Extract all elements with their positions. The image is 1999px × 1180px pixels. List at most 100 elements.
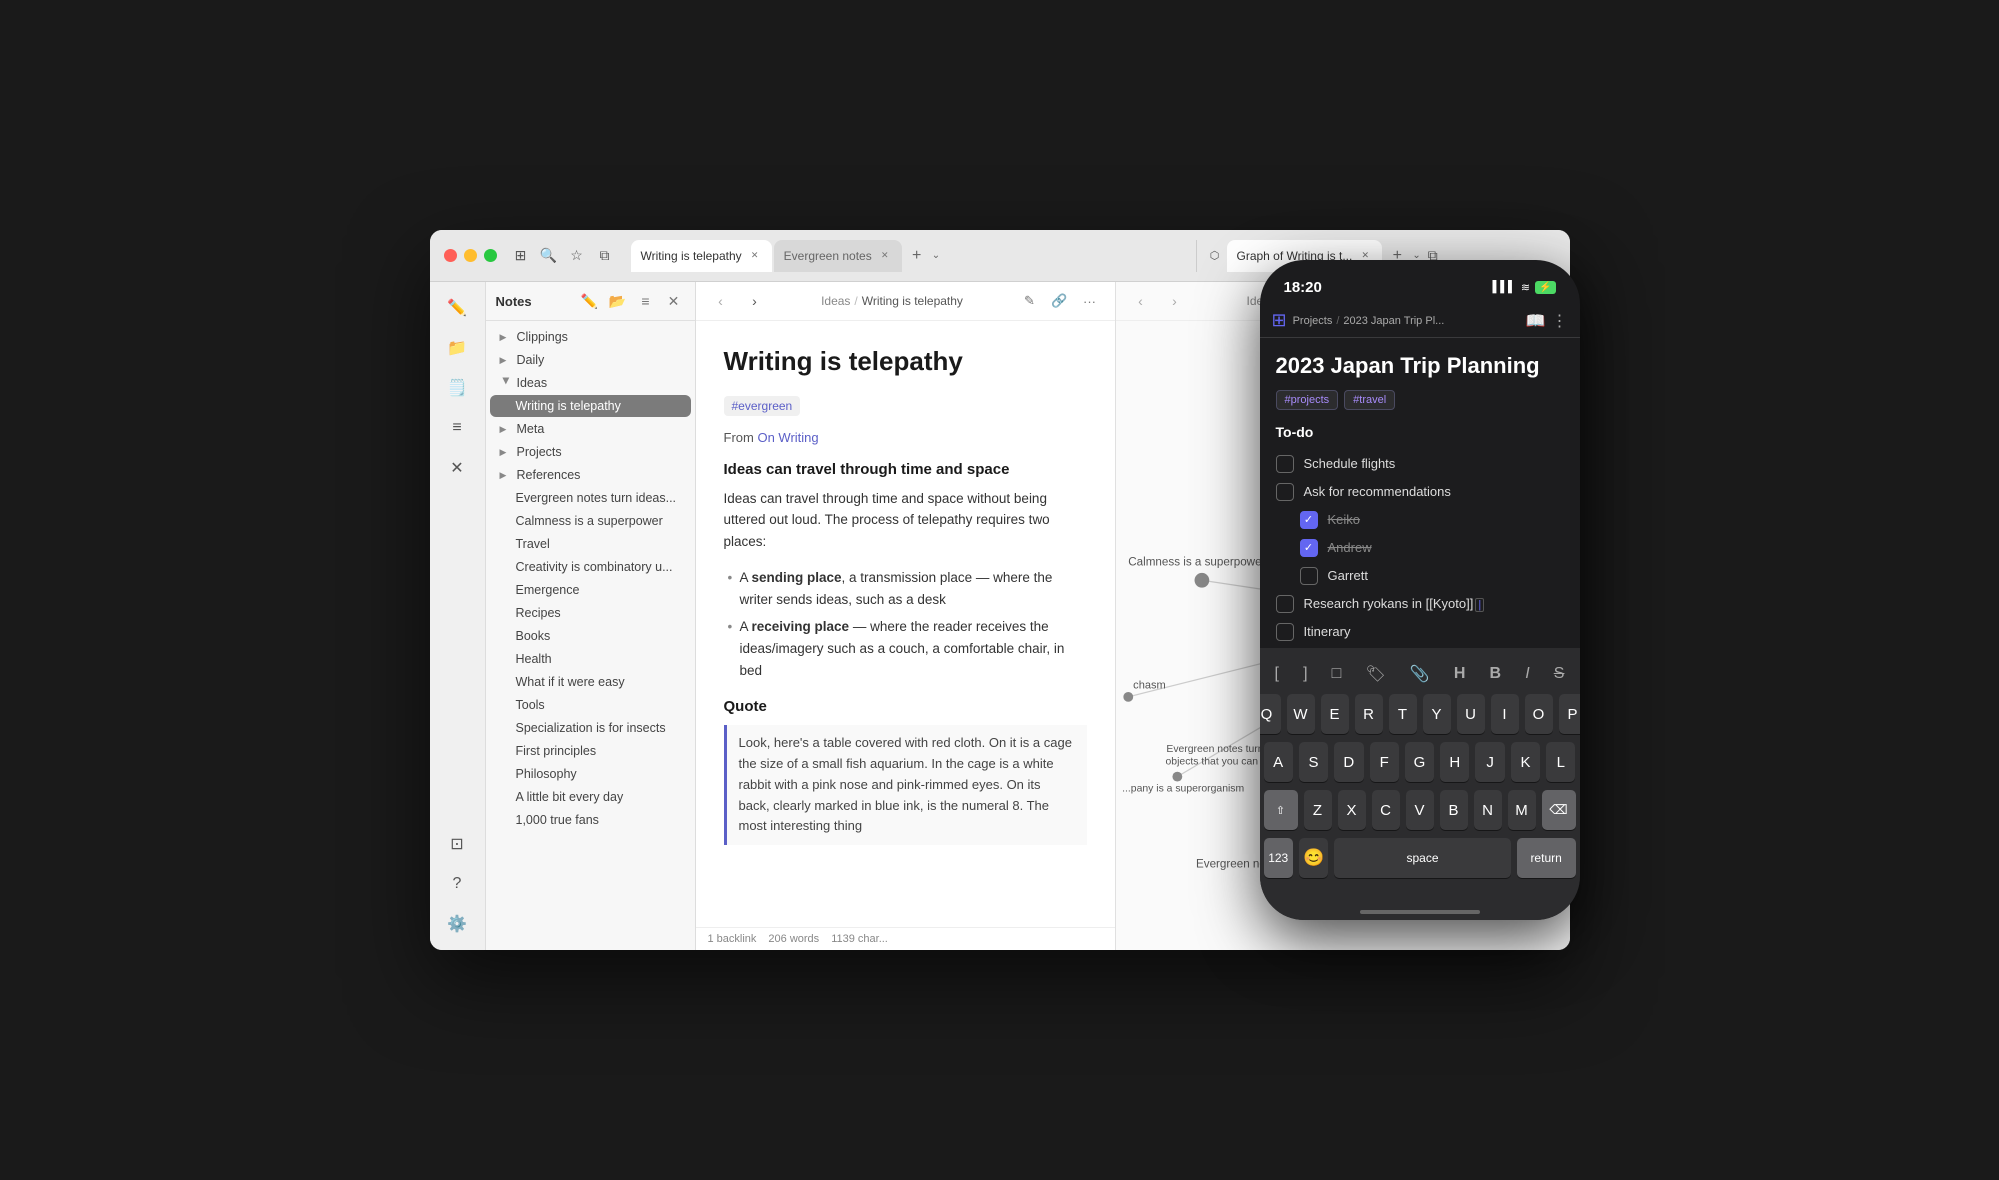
phone-todo-schedule-flights[interactable]: Schedule flights bbox=[1276, 450, 1564, 478]
sort-icon[interactable]: ≡ bbox=[439, 410, 475, 446]
link-icon[interactable]: 🔗 bbox=[1047, 288, 1073, 314]
key-i[interactable]: I bbox=[1491, 694, 1519, 734]
key-q[interactable]: Q bbox=[1260, 694, 1281, 734]
new-note-icon[interactable]: ✏️ bbox=[579, 290, 601, 312]
key-p[interactable]: P bbox=[1559, 694, 1580, 734]
phone-checkbox-andrew[interactable] bbox=[1300, 539, 1318, 557]
key-v[interactable]: V bbox=[1406, 790, 1434, 830]
phone-checkbox-itinerary[interactable] bbox=[1276, 623, 1294, 641]
key-w[interactable]: W bbox=[1287, 694, 1315, 734]
key-num[interactable]: 123 bbox=[1264, 838, 1293, 878]
sidebar-group-ideas[interactable]: ▶ Ideas bbox=[490, 372, 691, 394]
sidebar-note-emergence[interactable]: Emergence bbox=[490, 579, 691, 601]
key-x[interactable]: X bbox=[1338, 790, 1366, 830]
phone-todo-ryokans[interactable]: Research ryokans in [[Kyoto]]| bbox=[1276, 590, 1564, 618]
search-icon[interactable]: 🔍 bbox=[539, 246, 559, 266]
kbd-checkbox[interactable]: □ bbox=[1327, 661, 1347, 687]
kbd-bracket-open[interactable]: [ bbox=[1270, 661, 1284, 687]
sidebar-note-creativity[interactable]: Creativity is combinatory u... bbox=[490, 556, 691, 578]
key-h[interactable]: H bbox=[1440, 742, 1469, 782]
phone-todo-garrett[interactable]: Garrett bbox=[1276, 562, 1564, 590]
phone-book-icon[interactable]: 📖 bbox=[1526, 311, 1546, 331]
phone-checkbox-ask[interactable] bbox=[1276, 483, 1294, 501]
tab-close-icon[interactable]: ✕ bbox=[748, 249, 762, 263]
star-icon[interactable]: ☆ bbox=[567, 246, 587, 266]
phone-tag-projects[interactable]: #projects bbox=[1276, 390, 1339, 410]
graph-forward-button[interactable]: › bbox=[1162, 288, 1188, 314]
graph-node-calmness[interactable] bbox=[1194, 573, 1209, 588]
graph-node-chasm[interactable] bbox=[1123, 692, 1133, 702]
key-y[interactable]: Y bbox=[1423, 694, 1451, 734]
phone-checkbox-schedule[interactable] bbox=[1276, 455, 1294, 473]
edit-icon[interactable]: ✎ bbox=[1017, 288, 1043, 314]
key-space[interactable]: space bbox=[1334, 838, 1510, 878]
kbd-tag[interactable]: 🏷 bbox=[1360, 660, 1390, 688]
key-shift[interactable]: ⇧ bbox=[1264, 790, 1298, 830]
key-f[interactable]: F bbox=[1370, 742, 1399, 782]
tab-writing-is-telepathy[interactable]: Writing is telepathy ✕ bbox=[631, 240, 772, 272]
key-return[interactable]: return bbox=[1517, 838, 1576, 878]
key-a[interactable]: A bbox=[1264, 742, 1293, 782]
tab-close-icon[interactable]: ✕ bbox=[878, 249, 892, 263]
key-r[interactable]: R bbox=[1355, 694, 1383, 734]
kbd-bracket-close[interactable]: ] bbox=[1298, 661, 1312, 687]
phone-more-icon[interactable]: ⋮ bbox=[1552, 311, 1568, 331]
kbd-attach[interactable]: 📎 bbox=[1405, 660, 1435, 688]
key-k[interactable]: K bbox=[1511, 742, 1540, 782]
tab-chevron-icon[interactable]: ⌄ bbox=[932, 250, 940, 261]
notes-icon[interactable]: 🗒️ bbox=[439, 370, 475, 406]
add-tab-button[interactable]: + bbox=[904, 243, 930, 269]
phone-todo-andrew[interactable]: Andrew bbox=[1276, 534, 1564, 562]
maximize-button[interactable] bbox=[484, 249, 497, 262]
sidebar-group-projects[interactable]: ▶ Projects bbox=[490, 441, 691, 463]
sidebar-note-recipes[interactable]: Recipes bbox=[490, 602, 691, 624]
note-content[interactable]: Writing is telepathy #evergreen From On … bbox=[696, 321, 1115, 927]
key-m[interactable]: M bbox=[1508, 790, 1536, 830]
folder-nav-icon[interactable]: 📂 bbox=[607, 290, 629, 312]
graph-back-button[interactable]: ‹ bbox=[1128, 288, 1154, 314]
sidebar-group-daily[interactable]: ▶ Daily bbox=[490, 349, 691, 371]
key-g[interactable]: G bbox=[1405, 742, 1434, 782]
sidebar-note-what-if[interactable]: What if it were easy bbox=[490, 671, 691, 693]
kbd-heading[interactable]: H bbox=[1449, 661, 1471, 687]
sidebar-note-calmness[interactable]: Calmness is a superpower bbox=[490, 510, 691, 532]
sidebar-note-tools[interactable]: Tools bbox=[490, 694, 691, 716]
phone-checkbox-keiko[interactable] bbox=[1300, 511, 1318, 529]
close-button[interactable] bbox=[444, 249, 457, 262]
sidebar-note-little-bit[interactable]: A little bit every day bbox=[490, 786, 691, 808]
panel-icon[interactable]: ⧉ bbox=[595, 246, 615, 266]
close-sidebar-icon[interactable]: ✕ bbox=[439, 450, 475, 486]
key-o[interactable]: O bbox=[1525, 694, 1553, 734]
key-s[interactable]: S bbox=[1299, 742, 1328, 782]
sidebar-note-travel[interactable]: Travel bbox=[490, 533, 691, 555]
key-backspace[interactable]: ⌫ bbox=[1542, 790, 1576, 830]
phone-todo-keiko[interactable]: Keiko bbox=[1276, 506, 1564, 534]
key-z[interactable]: Z bbox=[1304, 790, 1332, 830]
more-icon[interactable]: ··· bbox=[1077, 288, 1103, 314]
key-emoji[interactable]: 😊 bbox=[1299, 838, 1328, 878]
key-j[interactable]: J bbox=[1475, 742, 1504, 782]
kbd-italic[interactable]: I bbox=[1520, 661, 1534, 687]
sidebar-note-1000-fans[interactable]: 1,000 true fans bbox=[490, 809, 691, 831]
phone-todo-itinerary[interactable]: Itinerary bbox=[1276, 618, 1564, 646]
kbd-strikethrough[interactable]: S bbox=[1549, 661, 1570, 687]
phone-checkbox-garrett[interactable] bbox=[1300, 567, 1318, 585]
phone-todo-ask-recommendations[interactable]: Ask for recommendations bbox=[1276, 478, 1564, 506]
note-tag[interactable]: #evergreen bbox=[724, 396, 801, 416]
help-icon[interactable]: ? bbox=[439, 866, 475, 902]
sidebar-note-specialization[interactable]: Specialization is for insects bbox=[490, 717, 691, 739]
settings-icon[interactable]: ⚙️ bbox=[439, 906, 475, 942]
sidebar-note-books[interactable]: Books bbox=[490, 625, 691, 647]
folder-icon[interactable]: 📁 bbox=[439, 330, 475, 366]
sidebar-note-first-principles[interactable]: First principles bbox=[490, 740, 691, 762]
key-b[interactable]: B bbox=[1440, 790, 1468, 830]
phone-checkbox-ryokans[interactable] bbox=[1276, 595, 1294, 613]
key-u[interactable]: U bbox=[1457, 694, 1485, 734]
from-link[interactable]: On Writing bbox=[757, 430, 818, 445]
phone-note-content[interactable]: 2023 Japan Trip Planning #projects #trav… bbox=[1260, 338, 1580, 648]
sidebar-group-meta[interactable]: ▶ Meta bbox=[490, 418, 691, 440]
key-n[interactable]: N bbox=[1474, 790, 1502, 830]
sidebar-note-philosophy[interactable]: Philosophy bbox=[490, 763, 691, 785]
sidebar-note-writing-is-telepathy[interactable]: Writing is telepathy bbox=[490, 395, 691, 417]
key-d[interactable]: D bbox=[1334, 742, 1363, 782]
